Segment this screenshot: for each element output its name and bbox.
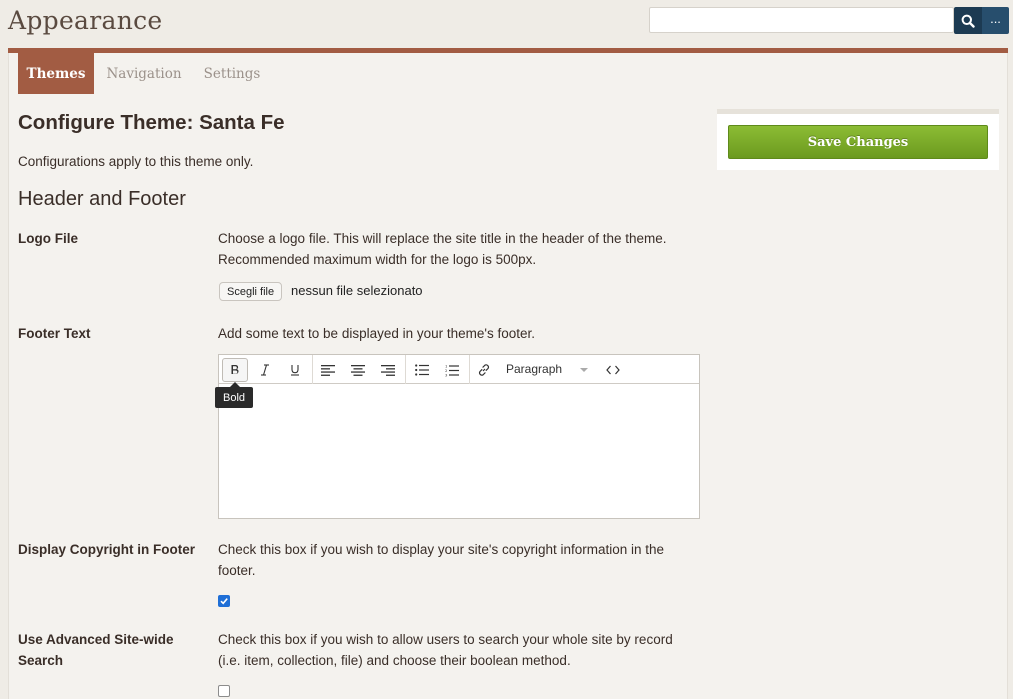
toolbar-divider: [405, 355, 406, 384]
tab-navigation[interactable]: Navigation: [98, 53, 190, 94]
bullet-list-icon: [415, 364, 429, 376]
source-code-button[interactable]: [600, 358, 626, 382]
bold-button[interactable]: [222, 358, 248, 382]
svg-text:3: 3: [445, 372, 448, 377]
align-center-button[interactable]: [345, 358, 371, 382]
toolbar-divider: [469, 355, 470, 384]
file-status: nessun file selezionato: [291, 283, 423, 298]
footer-text-label: Footer Text: [18, 326, 91, 341]
italic-button[interactable]: [252, 358, 278, 382]
save-changes-button[interactable]: Save Changes: [728, 125, 988, 159]
page-title: Appearance: [8, 6, 163, 35]
advanced-search-label: Use Advanced Site-wide Search: [18, 632, 174, 668]
search-button[interactable]: [954, 7, 982, 34]
align-right-icon: [381, 364, 395, 376]
configure-heading: Configure Theme: Santa Fe: [18, 111, 285, 134]
logo-file-label: Logo File: [18, 231, 78, 246]
align-left-icon: [321, 364, 335, 376]
choose-file-button[interactable]: Scegli file: [219, 282, 283, 301]
search-icon: [961, 14, 975, 28]
configure-subtitle: Configurations apply to this theme only.: [18, 154, 254, 169]
logo-file-description: Choose a logo file. This will replace th…: [218, 231, 667, 267]
link-button[interactable]: [471, 358, 497, 382]
editor-toolbar: 1 2 3 Paragraph: [219, 355, 699, 384]
copyright-label: Display Copyright in Footer: [18, 542, 196, 557]
tab-settings[interactable]: Settings: [196, 53, 268, 94]
bold-tooltip: Bold: [215, 387, 253, 408]
numbered-list-button[interactable]: 1 2 3: [439, 358, 465, 382]
search-options-button[interactable]: ...: [982, 7, 1009, 34]
align-center-icon: [351, 364, 365, 376]
italic-icon: [261, 364, 269, 376]
search-input[interactable]: [649, 7, 954, 33]
numbered-list-icon: 1 2 3: [445, 364, 459, 377]
toolbar-divider: [312, 355, 313, 384]
align-left-button[interactable]: [315, 358, 341, 382]
bullet-list-button[interactable]: [409, 358, 435, 382]
advanced-search-checkbox[interactable]: [218, 685, 230, 697]
link-icon: [479, 364, 489, 376]
copyright-description: Check this box if you wish to display yo…: [218, 542, 665, 578]
underline-icon: [291, 365, 299, 376]
checkmark-icon: [220, 598, 228, 605]
copyright-checkbox[interactable]: [218, 595, 230, 607]
rich-text-editor[interactable]: 1 2 3 Paragraph: [218, 354, 700, 519]
chevron-down-icon: [580, 368, 588, 372]
section-heading: Header and Footer: [18, 188, 186, 210]
align-right-button[interactable]: [375, 358, 401, 382]
format-select[interactable]: Paragraph: [506, 362, 562, 376]
underline-button[interactable]: [282, 358, 308, 382]
footer-text-description: Add some text to be displayed in your th…: [218, 326, 536, 341]
advanced-search-description: Check this box if you wish to allow user…: [218, 632, 673, 668]
code-icon: [606, 365, 620, 375]
bold-icon: [231, 365, 239, 374]
tab-themes[interactable]: Themes: [18, 53, 94, 94]
